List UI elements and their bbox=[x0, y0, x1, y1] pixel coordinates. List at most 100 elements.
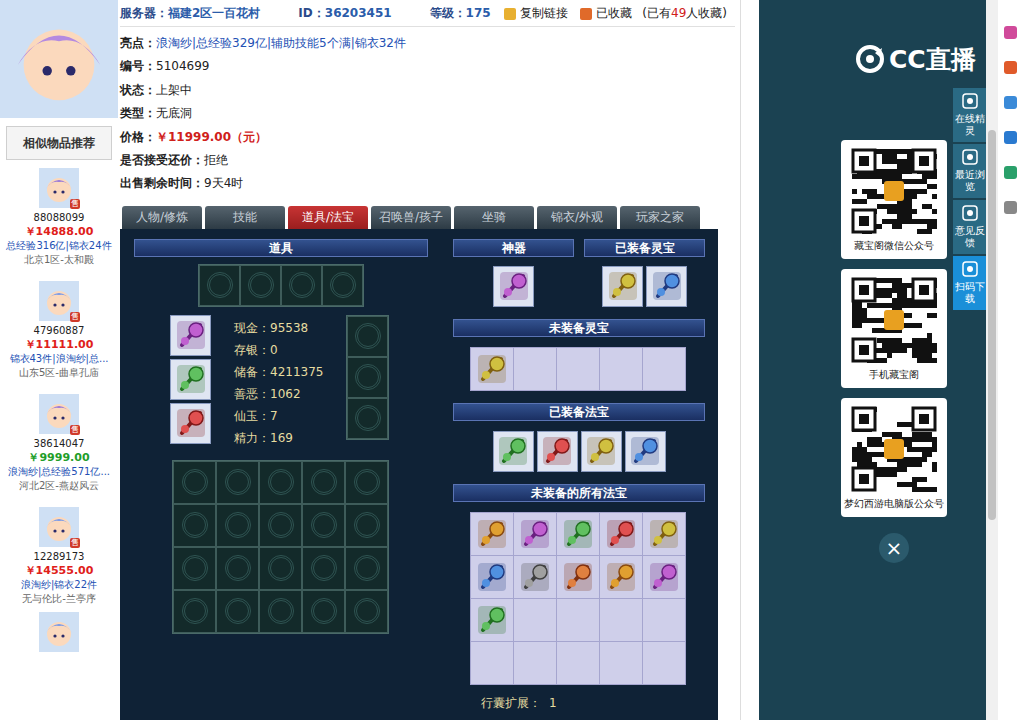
item-slot[interactable] bbox=[347, 398, 388, 439]
item-slot[interactable] bbox=[170, 359, 211, 400]
item-slot[interactable] bbox=[345, 590, 388, 633]
item-slot[interactable] bbox=[602, 266, 643, 307]
item-slot[interactable] bbox=[240, 265, 281, 306]
item-slot[interactable] bbox=[514, 513, 557, 556]
item-slot[interactable] bbox=[514, 348, 557, 391]
toolbar-label: 扫码下载 bbox=[954, 281, 985, 305]
item-slot[interactable] bbox=[600, 513, 643, 556]
tab[interactable]: 坐骑 bbox=[454, 206, 534, 229]
toolbar-item[interactable]: 意见反馈 bbox=[953, 200, 986, 254]
item-slot[interactable] bbox=[281, 265, 322, 306]
item-slot[interactable] bbox=[514, 556, 557, 599]
item-slot[interactable] bbox=[259, 547, 302, 590]
scrollbar-thumb[interactable] bbox=[988, 130, 996, 520]
item-slot[interactable] bbox=[173, 590, 216, 633]
item-slot[interactable] bbox=[471, 642, 514, 685]
item-slot[interactable] bbox=[581, 431, 622, 472]
item-slot[interactable] bbox=[600, 348, 643, 391]
item-slot[interactable] bbox=[345, 461, 388, 504]
cc-logo: CC直播 bbox=[759, 0, 986, 88]
toolbar-item[interactable]: 在线精灵 bbox=[953, 88, 986, 142]
item-slot[interactable] bbox=[600, 556, 643, 599]
item-slot[interactable] bbox=[514, 642, 557, 685]
item-slot[interactable] bbox=[347, 357, 388, 398]
item-slot[interactable] bbox=[493, 266, 534, 307]
tab[interactable]: 玩家之家 bbox=[620, 206, 700, 229]
tab[interactable]: 技能 bbox=[205, 206, 285, 229]
item-slot[interactable] bbox=[646, 266, 687, 307]
qr-card[interactable]: 梦幻西游电脑版公众号 bbox=[841, 398, 947, 517]
browser-tool-icon[interactable] bbox=[1004, 61, 1017, 74]
item-slot[interactable] bbox=[347, 316, 388, 357]
item-slot[interactable] bbox=[557, 599, 600, 642]
level-label: 等级： bbox=[430, 6, 466, 20]
tab[interactable]: 锦衣/外观 bbox=[537, 206, 617, 229]
browser-tool-icon[interactable] bbox=[1004, 96, 1017, 109]
close-button[interactable]: × bbox=[879, 533, 909, 563]
item-slot[interactable] bbox=[199, 265, 240, 306]
item-slot[interactable] bbox=[173, 461, 216, 504]
browser-tool-icon[interactable] bbox=[1004, 166, 1017, 179]
item-slot[interactable] bbox=[302, 547, 345, 590]
item-slot[interactable] bbox=[557, 556, 600, 599]
item-slot[interactable] bbox=[643, 348, 686, 391]
item-slot[interactable] bbox=[216, 461, 259, 504]
tab[interactable]: 召唤兽/孩子 bbox=[371, 206, 451, 229]
similar-avatar[interactable]: 售 bbox=[39, 168, 79, 208]
item-slot[interactable] bbox=[643, 599, 686, 642]
scrollbar[interactable] bbox=[986, 0, 998, 720]
toolbar-item[interactable]: 扫码下载 bbox=[953, 256, 986, 310]
item-slot[interactable] bbox=[216, 547, 259, 590]
item-slot[interactable] bbox=[216, 504, 259, 547]
item-slot[interactable] bbox=[471, 599, 514, 642]
qr-card[interactable]: 手机藏宝阁 bbox=[841, 269, 947, 388]
item-slot[interactable] bbox=[322, 265, 363, 306]
item-icon bbox=[475, 352, 509, 386]
qr-card[interactable]: 藏宝阁微信公众号 bbox=[841, 140, 947, 259]
item-slot[interactable] bbox=[302, 461, 345, 504]
item-slot[interactable] bbox=[173, 547, 216, 590]
item-slot[interactable] bbox=[216, 590, 259, 633]
item-slot[interactable] bbox=[600, 599, 643, 642]
item-slot[interactable] bbox=[643, 513, 686, 556]
item-slot[interactable] bbox=[643, 642, 686, 685]
item-slot[interactable] bbox=[345, 547, 388, 590]
similar-item[interactable]: 售38614047￥9999.00浪淘纱|总经验571亿...河北2区-燕赵风云 bbox=[0, 386, 118, 499]
item-slot[interactable] bbox=[471, 513, 514, 556]
item-slot[interactable] bbox=[170, 403, 211, 444]
similar-item[interactable]: 售12289173￥14555.00浪淘纱|锦衣22件无与伦比-兰亭序 bbox=[0, 499, 118, 612]
item-slot[interactable] bbox=[557, 642, 600, 685]
item-slot[interactable] bbox=[557, 348, 600, 391]
item-slot[interactable] bbox=[170, 315, 211, 356]
similar-avatar[interactable]: 售 bbox=[39, 507, 79, 547]
item-slot[interactable] bbox=[471, 348, 514, 391]
similar-item[interactable]: 售47960887￥11111.00锦衣43件|浪淘纱|总...山东5区-曲阜孔… bbox=[0, 273, 118, 386]
similar-avatar[interactable]: 售 bbox=[39, 394, 79, 434]
item-slot[interactable] bbox=[600, 642, 643, 685]
item-slot[interactable] bbox=[259, 590, 302, 633]
info-label: 是否接受还价： bbox=[120, 153, 204, 167]
favorite-button[interactable]: 已收藏 bbox=[596, 5, 632, 22]
similar-item[interactable]: 售88088099￥14888.00总经验316亿|锦衣24件北京1区-太和殿 bbox=[0, 160, 118, 273]
item-slot[interactable] bbox=[493, 431, 534, 472]
item-slot[interactable] bbox=[625, 431, 666, 472]
copy-link[interactable]: 复制链接 bbox=[520, 5, 568, 22]
item-slot[interactable] bbox=[302, 504, 345, 547]
item-slot[interactable] bbox=[557, 513, 600, 556]
item-slot[interactable] bbox=[471, 556, 514, 599]
similar-avatar[interactable]: 售 bbox=[39, 281, 79, 321]
item-slot[interactable] bbox=[514, 599, 557, 642]
browser-tool-icon[interactable] bbox=[1004, 26, 1017, 39]
item-slot[interactable] bbox=[259, 504, 302, 547]
tab[interactable]: 道具/法宝 bbox=[288, 206, 368, 229]
browser-tool-icon[interactable] bbox=[1004, 131, 1017, 144]
item-slot[interactable] bbox=[537, 431, 578, 472]
tab[interactable]: 人物/修炼 bbox=[122, 206, 202, 229]
item-slot[interactable] bbox=[643, 556, 686, 599]
item-slot[interactable] bbox=[302, 590, 345, 633]
toolbar-item[interactable]: 最近浏览 bbox=[953, 144, 986, 198]
item-slot[interactable] bbox=[259, 461, 302, 504]
item-slot[interactable] bbox=[345, 504, 388, 547]
item-slot[interactable] bbox=[173, 504, 216, 547]
browser-tool-icon[interactable] bbox=[1004, 201, 1017, 214]
